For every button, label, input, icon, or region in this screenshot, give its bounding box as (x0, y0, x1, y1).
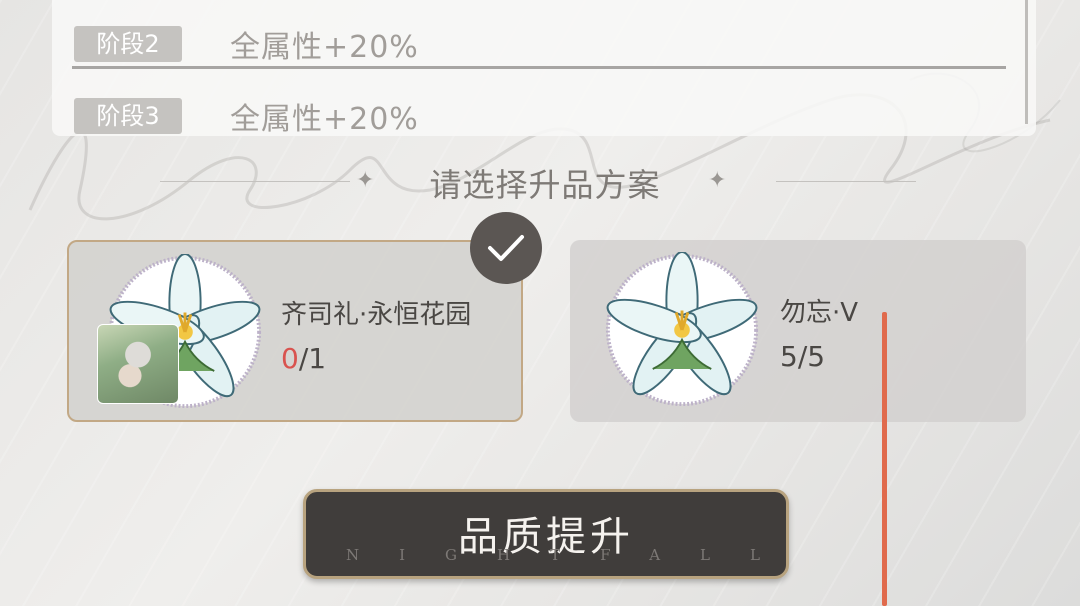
stage-row: 阶段3 全属性+20% (74, 96, 419, 137)
stage-badge: 阶段2 (74, 26, 182, 62)
red-marker-line (882, 312, 887, 606)
option-count: 0/1 (281, 342, 326, 375)
sparkle-icon: ✦ (708, 168, 727, 193)
upgrade-option-card[interactable]: 勿忘·V 5/5 (570, 240, 1026, 422)
character-avatar (97, 324, 179, 404)
stage-list-panel: 阶段2 全属性+20% 阶段3 全属性+20% (52, 0, 1036, 137)
section-title: 请选择升品方案 (429, 166, 661, 204)
quality-upgrade-button[interactable]: 品质提升 NIGHTFALL (303, 489, 789, 579)
stage-badge: 阶段3 (74, 98, 182, 134)
lily-flower-icon (605, 252, 759, 407)
option-count-total: /1 (298, 342, 327, 375)
selected-check-badge (470, 212, 542, 284)
stage-effect: 全属性+20% (230, 30, 419, 65)
upgrade-button-subtitle: NIGHTFALL (346, 546, 800, 564)
option-name: 勿忘·V (780, 298, 859, 328)
stage-list-scrollbar[interactable] (1025, 0, 1028, 124)
title-divider-right (776, 181, 916, 182)
stage-effect: 全属性+20% (230, 102, 419, 137)
upgrade-option-card[interactable]: 齐司礼·永恒花园 0/1 (67, 240, 523, 422)
option-count-current: 0 (281, 342, 299, 375)
check-icon (488, 235, 524, 261)
stage-divider (72, 66, 1006, 69)
stage-row: 阶段2 全属性+20% (74, 24, 419, 65)
option-count: 5/5 (780, 340, 826, 373)
section-title-row: ✦ 请选择升品方案 ✦ (0, 160, 1080, 210)
option-name: 齐司礼·永恒花园 (281, 300, 472, 330)
